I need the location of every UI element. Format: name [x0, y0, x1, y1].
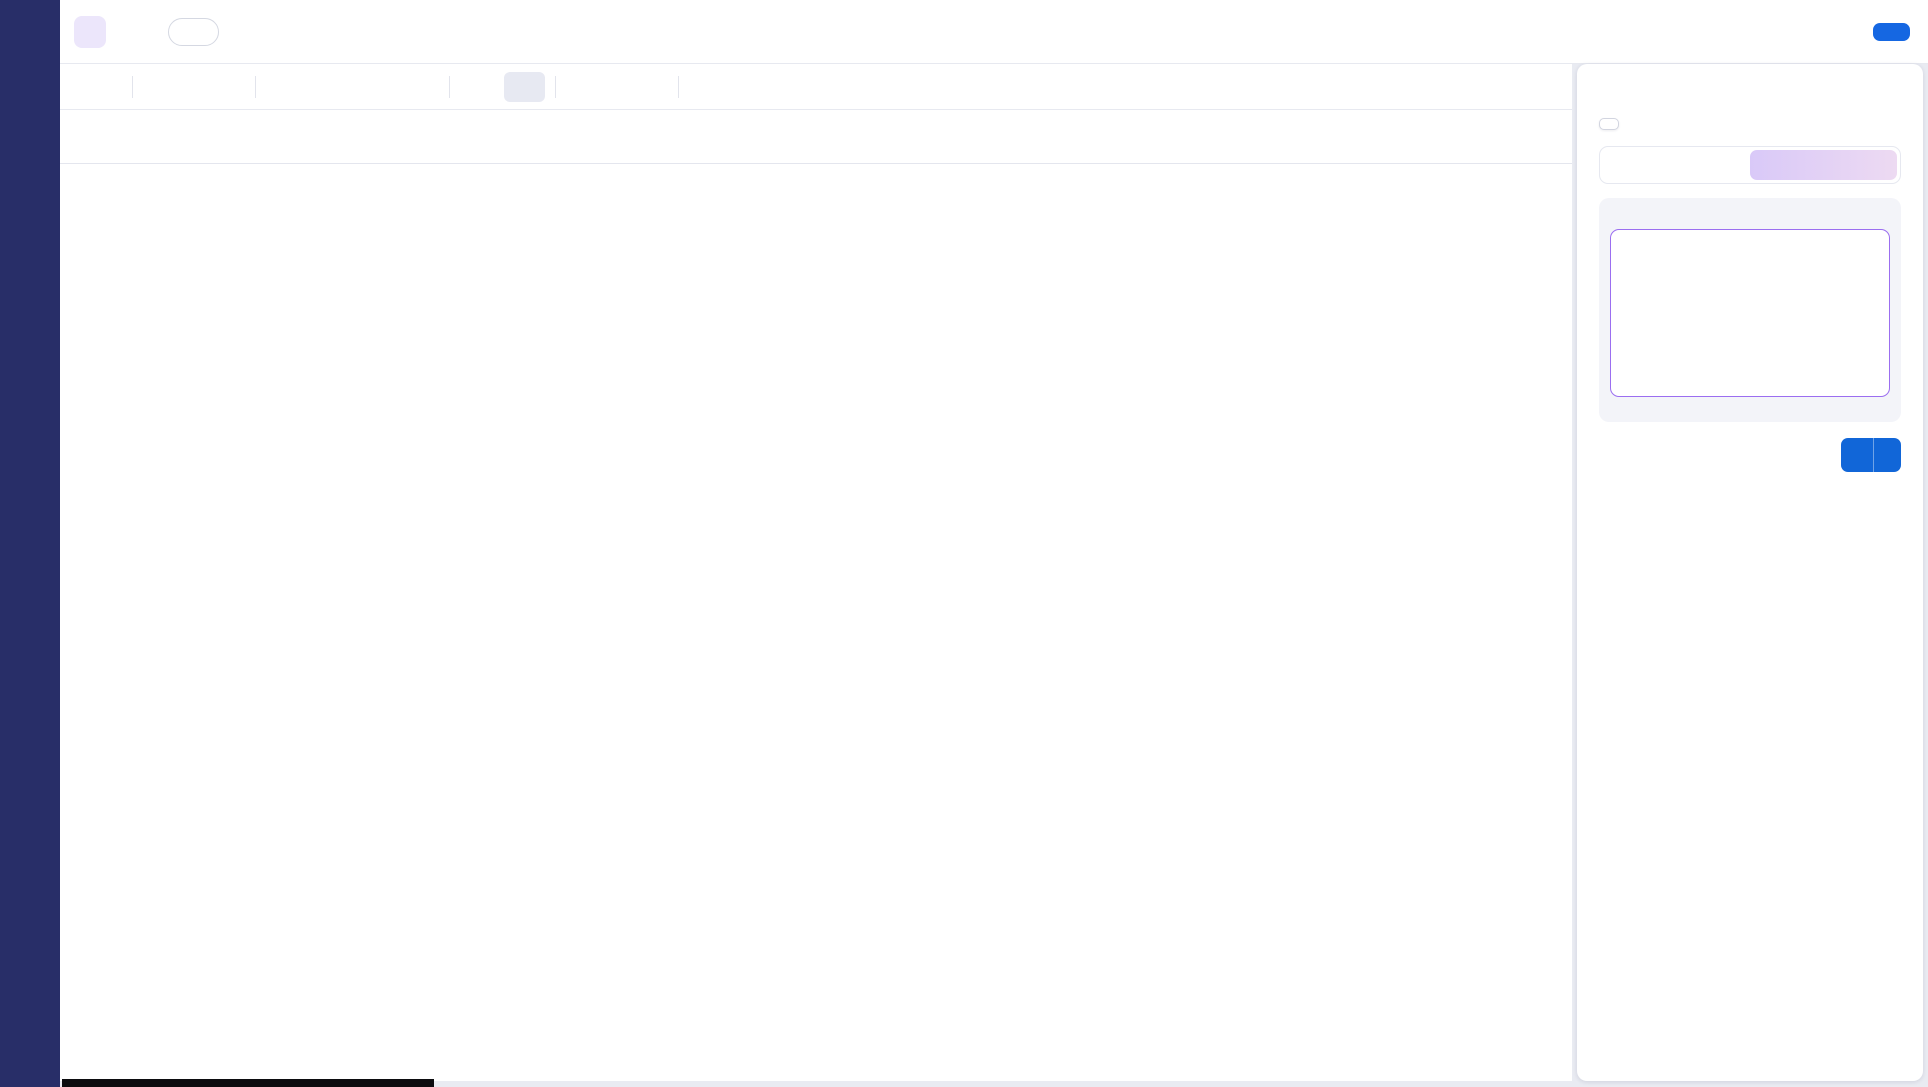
format-rules-button[interactable]	[460, 72, 501, 102]
formula-ai-card	[1599, 198, 1901, 422]
feedback-button[interactable]	[168, 17, 219, 46]
undo-button[interactable]	[143, 71, 175, 103]
connections-button[interactable]	[759, 71, 791, 103]
thumbs-up-icon[interactable]	[1599, 446, 1618, 465]
search-icon	[221, 79, 237, 95]
sidebar	[0, 0, 60, 1087]
sort-button[interactable]	[310, 72, 351, 102]
divider	[132, 75, 133, 98]
share-button[interactable]	[1873, 22, 1910, 41]
view-switcher-button[interactable]	[74, 72, 122, 102]
app	[0, 0, 1928, 1087]
sheet-logo-icon[interactable]	[74, 15, 106, 48]
formulas-panel	[1577, 64, 1923, 1081]
group-button[interactable]	[354, 72, 395, 102]
attachment-icon	[609, 79, 625, 95]
comments-button[interactable]	[566, 71, 598, 103]
table-body	[60, 164, 1572, 1081]
lightning-icon	[732, 79, 748, 95]
panel-actions	[1599, 438, 1901, 472]
redo-button[interactable]	[178, 71, 210, 103]
saved-cloud-icon	[229, 22, 249, 42]
main-area	[60, 0, 1928, 1087]
context-chip	[1599, 118, 1619, 130]
apply-dropdown-button[interactable]	[1873, 438, 1901, 472]
settings-button[interactable]	[1526, 71, 1558, 103]
content	[60, 64, 1928, 1087]
filter-icon	[275, 79, 291, 95]
table-header	[60, 110, 1572, 164]
tab-write-syntax[interactable]	[1603, 150, 1750, 180]
filter-button[interactable]	[266, 72, 307, 102]
close-icon[interactable]	[1883, 84, 1901, 102]
info-icon[interactable]	[1615, 209, 1628, 222]
divider	[255, 75, 256, 98]
topbar	[60, 0, 1928, 64]
open-link-icon	[644, 79, 660, 95]
comment-column-icon[interactable]	[100, 138, 116, 154]
divider	[449, 75, 450, 98]
toolbar	[60, 64, 1572, 110]
gutter-header	[96, 110, 162, 163]
sheet-summary-button[interactable]	[689, 71, 721, 103]
format-rules-icon	[469, 79, 485, 95]
search-button[interactable]	[213, 71, 245, 103]
open-in-new-button[interactable]	[636, 71, 668, 103]
redo-icon	[186, 79, 202, 95]
formula-description-box[interactable]	[1610, 229, 1890, 397]
thumbs-down-icon[interactable]	[1630, 446, 1649, 465]
sparkle-icon	[1813, 158, 1827, 172]
sort-icon	[319, 79, 335, 95]
undo-icon	[151, 79, 167, 95]
topbar-right	[1857, 22, 1910, 41]
table-view-icon	[83, 79, 99, 95]
formulas-fx-icon	[513, 79, 529, 95]
bottom-strip	[62, 1079, 434, 1087]
automation-button[interactable]	[724, 71, 756, 103]
divider	[678, 75, 679, 98]
more-tools-button[interactable]	[794, 80, 819, 94]
panel-tabs	[1599, 146, 1901, 184]
megaphone-icon	[183, 25, 197, 39]
format-button[interactable]	[398, 72, 439, 102]
document-icon	[697, 79, 713, 95]
comment-icon	[574, 79, 590, 95]
format-pen-icon	[407, 79, 423, 95]
sheet	[60, 64, 1572, 1081]
apply-button[interactable]	[1841, 438, 1873, 472]
lock-column-icon[interactable]	[146, 138, 162, 154]
attachments-button[interactable]	[601, 71, 633, 103]
formulas-button[interactable]	[504, 71, 545, 102]
group-icon	[363, 79, 379, 95]
attachment-column-icon[interactable]	[123, 138, 139, 154]
divider	[555, 75, 556, 98]
plug-icon	[767, 79, 783, 95]
tab-build-with-ai[interactable]	[1750, 150, 1897, 180]
